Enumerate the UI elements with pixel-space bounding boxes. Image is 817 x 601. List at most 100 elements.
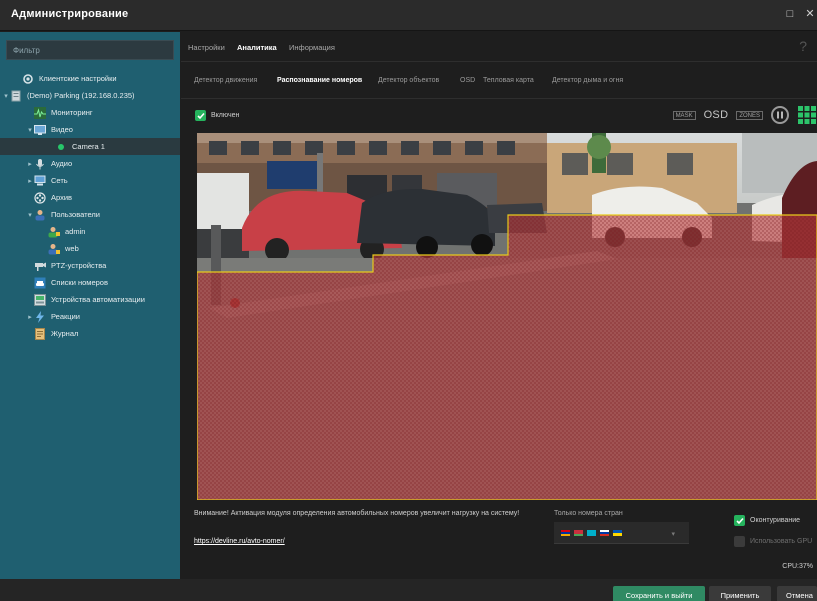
car-list-icon <box>34 277 46 289</box>
flag-kazakhstan-icon <box>587 529 596 536</box>
tree-item-automation[interactable]: Устройства автоматизации <box>34 291 145 308</box>
flag-belarus-icon <box>574 529 583 536</box>
tree-item-ptz[interactable]: PTZ-устройства <box>34 257 106 274</box>
mask-toggle[interactable]: MASK <box>672 110 696 120</box>
flag-armenia-icon <box>561 529 570 536</box>
view-toolbar: MASK OSD ZONES <box>672 104 817 126</box>
subtab-heatmap[interactable]: Тепловая карта <box>483 77 534 84</box>
dialog-footer: Сохранить и выйти Применить Отмена <box>0 579 817 601</box>
zones-toggle[interactable]: ZONES <box>736 110 763 120</box>
tree-item-label: Списки номеров <box>51 278 108 287</box>
osd-toggle[interactable]: OSD <box>704 109 729 121</box>
tree-item-server[interactable]: ▾ (Demo) Parking (192.168.0.235) <box>2 87 135 104</box>
cancel-button[interactable]: Отмена <box>777 586 817 601</box>
chevron-down-icon[interactable]: ▾ <box>2 92 10 100</box>
tree-item-camera-1[interactable]: Camera 1 <box>0 138 180 155</box>
filter-input[interactable]: Фильтр <box>6 40 174 60</box>
chevron-down-icon[interactable]: ▾ <box>26 126 34 134</box>
tree-item-user-admin[interactable]: admin <box>48 223 85 240</box>
checkbox-checked-icon[interactable] <box>734 515 745 526</box>
sidebar: Фильтр Клиентские настройки ▾ (Demo) Par… <box>0 32 180 579</box>
subtab-osd[interactable]: OSD <box>460 77 475 84</box>
tab-settings[interactable]: Настройки <box>188 43 225 52</box>
tree-item-label: Архив <box>51 193 73 202</box>
tree-item-label: Клиентские настройки <box>39 74 117 83</box>
analytics-subtabs: Детектор движения Распознавание номеров … <box>181 63 817 99</box>
tree-item-label: Camera 1 <box>72 142 105 151</box>
subtab-plates[interactable]: Распознавание номеров <box>277 77 362 84</box>
monitor-icon <box>34 124 46 136</box>
bottom-controls: Внимание! Активация модуля определения а… <box>181 500 817 579</box>
tree-item-label: admin <box>65 227 86 236</box>
grid-view-icon[interactable] <box>797 105 817 125</box>
save-and-exit-button[interactable]: Сохранить и выйти <box>613 586 705 601</box>
window-titlebar: Администрирование □ ✕ <box>0 0 817 31</box>
maximize-icon[interactable]: □ <box>784 8 796 20</box>
tab-info[interactable]: Информация <box>289 43 335 52</box>
subtab-smoke[interactable]: Детектор дыма и огня <box>552 77 623 84</box>
enabled-toggle[interactable]: Включен <box>195 110 239 121</box>
tree-item-monitoring[interactable]: Мониторинг <box>26 104 93 121</box>
apply-button[interactable]: Применить <box>709 586 771 601</box>
tree-item-network[interactable]: ▸ Сеть <box>26 172 68 189</box>
tree-item-label: Мониторинг <box>51 108 93 117</box>
tree-item-user-web[interactable]: web <box>48 240 79 257</box>
tree-item-label: PTZ-устройства <box>51 261 107 270</box>
pulse-icon <box>34 106 46 119</box>
help-icon[interactable]: ? <box>799 38 807 54</box>
pause-circle-icon[interactable] <box>771 106 789 124</box>
main-tabs: Настройки Аналитика Информация ? <box>181 32 817 62</box>
archive-reel-icon <box>34 191 46 204</box>
tree-item-journal[interactable]: Журнал <box>34 325 78 342</box>
network-icon <box>34 175 46 187</box>
tree-item-label: Видео <box>51 125 73 134</box>
tree-item-label: Сеть <box>51 176 68 185</box>
user-web-icon <box>48 243 60 255</box>
tree-item-video[interactable]: ▾ Видео <box>26 121 73 138</box>
countries-select[interactable]: ▾ <box>554 522 689 544</box>
lightning-icon <box>34 310 46 323</box>
journal-icon <box>34 327 46 340</box>
tree-item-label: Пользователи <box>51 210 100 219</box>
tree-item-plate-lists[interactable]: Списки номеров <box>34 274 108 291</box>
countries-label: Только номера стран <box>554 510 623 517</box>
tab-analytics[interactable]: Аналитика <box>237 43 277 52</box>
tree-item-audio[interactable]: ▸ Аудио <box>26 155 72 172</box>
microphone-icon <box>34 158 46 170</box>
ptz-camera-icon <box>34 260 46 272</box>
checkbox-unchecked-icon[interactable] <box>734 536 745 547</box>
tree-item-archive[interactable]: Архив <box>26 189 72 206</box>
camera-preview[interactable] <box>197 133 817 500</box>
status-online-icon <box>58 143 64 150</box>
subtab-motion[interactable]: Детектор движения <box>194 77 257 84</box>
main-panel: Настройки Аналитика Информация ? Детекто… <box>181 32 817 579</box>
server-icon <box>10 90 22 102</box>
tree-item-reactions[interactable]: ▸ Реакции <box>26 308 80 325</box>
contouring-option[interactable]: Оконтуривание <box>734 515 800 526</box>
tree-item-client-settings[interactable]: Клиентские настройки <box>14 70 117 87</box>
checkbox-checked-icon[interactable] <box>195 110 206 121</box>
automation-device-icon <box>34 293 46 306</box>
users-icon <box>34 209 46 221</box>
chevron-right-icon[interactable]: ▸ <box>26 313 34 321</box>
contouring-label: Оконтуривание <box>750 517 801 524</box>
use-gpu-label: Использовать GPU <box>750 538 813 545</box>
close-icon[interactable]: ✕ <box>804 8 816 20</box>
cpu-usage: CPU:37% <box>782 563 813 570</box>
info-link[interactable]: https://devline.ru/avto-nomer/ <box>194 538 285 545</box>
tree-item-label: web <box>65 244 79 253</box>
tree-item-label: Аудио <box>51 159 73 168</box>
user-admin-icon <box>48 226 60 238</box>
use-gpu-option[interactable]: Использовать GPU <box>734 536 812 547</box>
chevron-right-icon[interactable]: ▸ <box>26 177 34 185</box>
camera-frame <box>197 133 817 500</box>
chevron-right-icon[interactable]: ▸ <box>26 160 34 168</box>
flag-russia-icon <box>600 529 609 536</box>
chevron-down-icon[interactable]: ▾ <box>26 211 34 219</box>
tree-item-label: Реакции <box>51 312 80 321</box>
subtab-objects[interactable]: Детектор объектов <box>378 77 439 84</box>
flag-ukraine-icon <box>613 529 622 536</box>
chevron-down-icon[interactable]: ▾ <box>671 530 675 538</box>
tree-item-users[interactable]: ▾ Пользователи <box>26 206 100 223</box>
tree-item-label: Журнал <box>51 329 79 338</box>
